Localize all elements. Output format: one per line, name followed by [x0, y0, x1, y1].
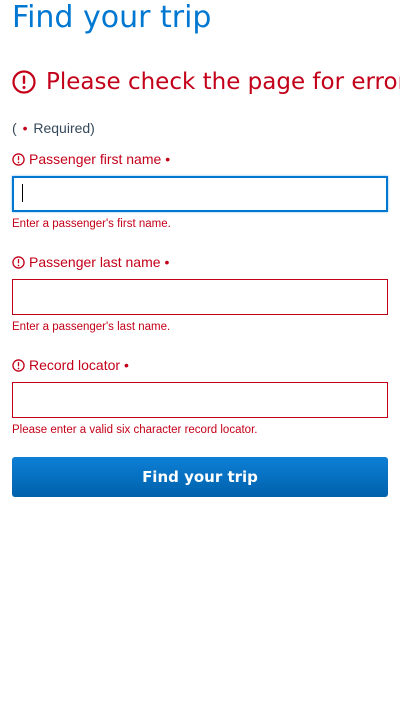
alert-circle-icon — [12, 152, 25, 166]
find-trip-page: Find your trip Please check the page for… — [0, 0, 400, 721]
last-name-field: Passenger last name • Enter a passenger'… — [12, 253, 388, 333]
alert-circle-icon — [12, 255, 25, 269]
alert-circle-icon — [12, 358, 25, 372]
record-locator-input[interactable] — [12, 382, 388, 418]
first-name-input-wrap — [12, 176, 388, 212]
required-legend-open: ( — [12, 120, 17, 136]
required-legend: ( • Required) — [12, 120, 95, 136]
text-cursor — [22, 184, 23, 202]
last-name-label: Passenger last name — [29, 254, 161, 270]
first-name-field: Passenger first name • Enter a passenger… — [12, 150, 388, 230]
error-banner-text: Please check the page for errors — [46, 69, 400, 95]
find-your-trip-button[interactable]: Find your trip — [12, 457, 388, 497]
record-locator-label-row: Record locator • — [12, 356, 388, 374]
required-marker: • — [124, 357, 129, 373]
first-name-error: Enter a passenger's first name. — [12, 218, 171, 230]
last-name-error: Enter a passenger's last name. — [12, 321, 171, 333]
required-dot: • — [22, 120, 28, 136]
record-locator-error: Please enter a valid six character recor… — [12, 424, 258, 436]
required-legend-text: Required) — [33, 120, 95, 136]
page-title: Find your trip — [12, 0, 212, 35]
last-name-label-row: Passenger last name • — [12, 253, 388, 271]
alert-circle-icon — [12, 70, 36, 94]
required-marker: • — [164, 254, 170, 270]
record-locator-field: Record locator • Please enter a valid si… — [12, 356, 388, 436]
last-name-input[interactable] — [12, 279, 388, 315]
first-name-input[interactable] — [12, 176, 388, 212]
first-name-label: Passenger first name — [29, 151, 162, 167]
record-locator-label: Record locator — [29, 357, 121, 373]
required-marker: • — [165, 151, 171, 167]
error-banner: Please check the page for errors — [12, 66, 400, 98]
first-name-label-row: Passenger first name • — [12, 150, 388, 168]
